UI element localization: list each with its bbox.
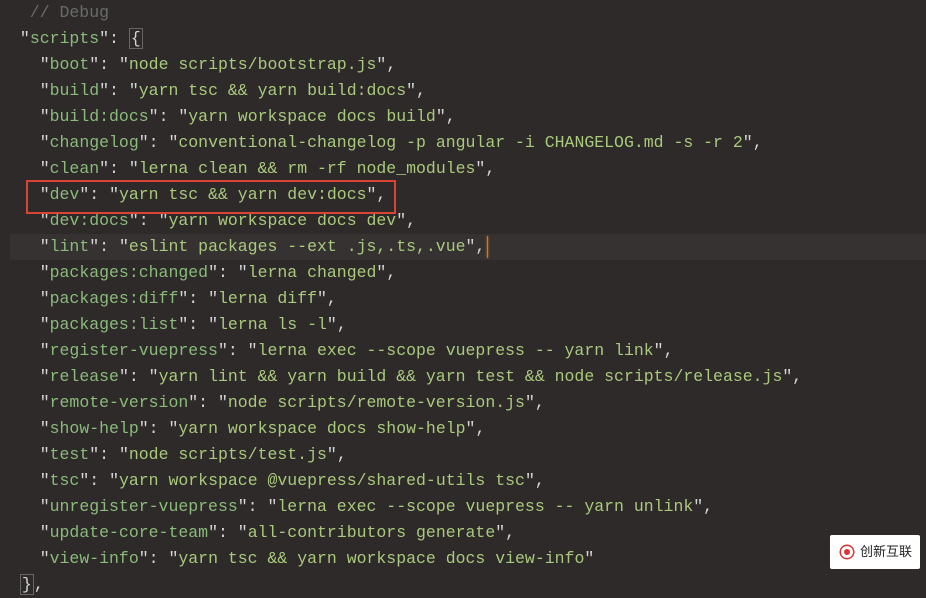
code-line: "changelog": "conventional-changelog -p … [10,130,926,156]
code-line: "view-info": "yarn tsc && yarn workspace… [10,546,926,572]
code-line: "register-vuepress": "lerna exec --scope… [10,338,926,364]
code-line: "unregister-vuepress": "lerna exec --sco… [10,494,926,520]
logo-icon [838,543,856,561]
code-line: "release": "yarn lint && yarn build && y… [10,364,926,390]
code-line: "show-help": "yarn workspace docs show-h… [10,416,926,442]
watermark-text: 创新互联 [860,539,912,565]
code-line: "packages:changed": "lerna changed", [10,260,926,286]
code-line: "packages:diff": "lerna diff", [10,286,926,312]
code-line: "remote-version": "node scripts/remote-v… [10,390,926,416]
code-line: "update-core-team": "all-contributors ge… [10,520,926,546]
code-line: "tsc": "yarn workspace @vuepress/shared-… [10,468,926,494]
watermark-badge: 创新互联 [830,535,920,569]
code-line: "clean": "lerna clean && rm -rf node_mod… [10,156,926,182]
code-line: // Debug [10,0,926,26]
code-line: "lint": "eslint packages --ext .js,.ts,.… [10,234,926,260]
code-line: "dev:docs": "yarn workspace docs dev", [10,208,926,234]
code-line: "scripts": { [10,26,926,52]
code-line: "build:docs": "yarn workspace docs build… [10,104,926,130]
code-line: "build": "yarn tsc && yarn build:docs", [10,78,926,104]
code-line: "boot": "node scripts/bootstrap.js", [10,52,926,78]
code-line: "packages:list": "lerna ls -l", [10,312,926,338]
code-editor-view: // Debug "scripts": { "boot": "node scri… [0,0,926,598]
code-line: "test": "node scripts/test.js", [10,442,926,468]
code-line: "dev": "yarn tsc && yarn dev:docs", [10,182,926,208]
text-cursor [487,236,488,258]
code-line: }, [10,572,926,598]
